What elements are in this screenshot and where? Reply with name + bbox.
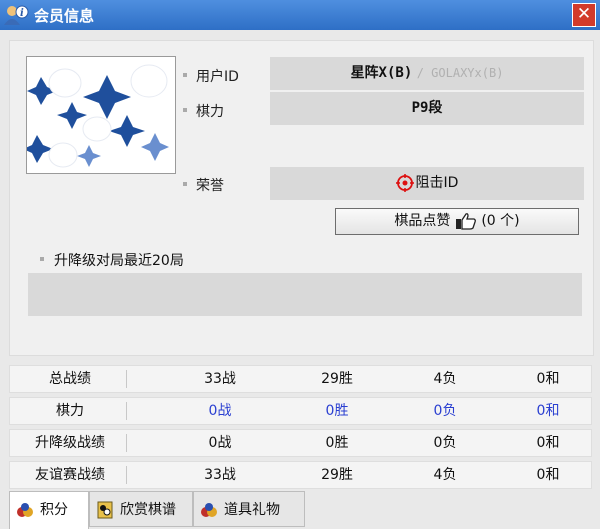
strength-label: 棋力 <box>196 104 224 120</box>
honor-text: 阻击ID <box>415 175 459 191</box>
member-info-icon: i <box>4 5 29 25</box>
user-id-alt-text: / GOLAXYx(B) <box>416 66 504 80</box>
recent-games-area <box>28 273 582 316</box>
stats-draws: 0和 <box>536 467 560 483</box>
tab-label: 欣赏棋谱 <box>120 502 176 518</box>
stats-battles: 0战 <box>208 403 232 419</box>
stats-draws: 0和 <box>536 403 560 419</box>
thumbs-up-icon <box>455 213 476 230</box>
stats-row-friendly: 友谊赛战绩 33战 29胜 4负 0和 <box>9 461 592 489</box>
column-divider <box>126 402 127 420</box>
stats-battles: 33战 <box>204 371 236 387</box>
stats-draws: 0和 <box>536 371 560 387</box>
points-icon <box>17 503 33 517</box>
stats-draws: 0和 <box>536 435 560 451</box>
stats-row-total: 总战绩 33战 29胜 4负 0和 <box>9 365 592 393</box>
stats-label: 升降级战绩 <box>35 435 105 451</box>
stats-row-ranked: 升降级战绩 0战 0胜 0负 0和 <box>9 429 592 457</box>
strength-text: P9段 <box>411 100 443 116</box>
tab-label: 道具礼物 <box>224 502 280 518</box>
tab-label: 积分 <box>40 502 68 518</box>
bullet-icon <box>183 73 187 77</box>
title-bar: i 会员信息 ✕ <box>0 0 600 30</box>
stats-label: 友谊赛战绩 <box>35 467 105 483</box>
avatar-image <box>27 64 169 168</box>
tab-points[interactable]: 积分 <box>9 491 89 529</box>
stats-row-strength: 棋力 0战 0胜 0负 0和 <box>9 397 592 425</box>
like-button[interactable]: 棋品点赞 (0 个) <box>335 208 579 235</box>
close-icon: ✕ <box>576 4 592 24</box>
gift-icon <box>201 503 217 517</box>
strength-value: P9段 <box>270 92 584 125</box>
like-count: (0 个) <box>481 213 520 229</box>
svg-text:i: i <box>20 8 24 19</box>
column-divider <box>126 466 127 484</box>
tab-bar: 积分 欣赏棋谱 道具礼物 <box>9 491 592 529</box>
column-divider <box>126 434 127 452</box>
user-id-label: 用户ID <box>196 69 239 85</box>
tab-item-gifts[interactable]: 道具礼物 <box>193 491 305 527</box>
user-id-text: 星阵X(B) <box>350 65 413 81</box>
recent-games-label: 升降级对局最近20局 <box>54 253 184 269</box>
close-button[interactable]: ✕ <box>572 3 596 27</box>
bullet-icon <box>183 182 187 186</box>
window-title: 会员信息 <box>34 7 95 25</box>
column-divider <box>126 370 127 388</box>
stats-battles: 0战 <box>208 435 232 451</box>
bullet-icon <box>183 108 187 112</box>
honor-label: 荣誉 <box>196 178 224 194</box>
bullet-icon <box>40 257 44 261</box>
stats-table: 总战绩 33战 29胜 4负 0和 棋力 0战 0胜 0负 0和 升降级战绩 0… <box>9 365 592 493</box>
tab-game-records[interactable]: 欣赏棋谱 <box>89 491 193 527</box>
stats-battles: 33战 <box>204 467 236 483</box>
like-button-label: 棋品点赞 <box>394 213 451 229</box>
honor-value: 阻击ID <box>270 167 584 200</box>
avatar <box>26 56 176 174</box>
user-id-value: 星阵X(B) / GOLAXYx(B) <box>270 57 584 90</box>
game-record-icon <box>97 501 113 519</box>
crosshair-icon <box>395 174 414 192</box>
stats-label: 棋力 <box>56 403 84 419</box>
stats-label: 总战绩 <box>49 371 91 387</box>
